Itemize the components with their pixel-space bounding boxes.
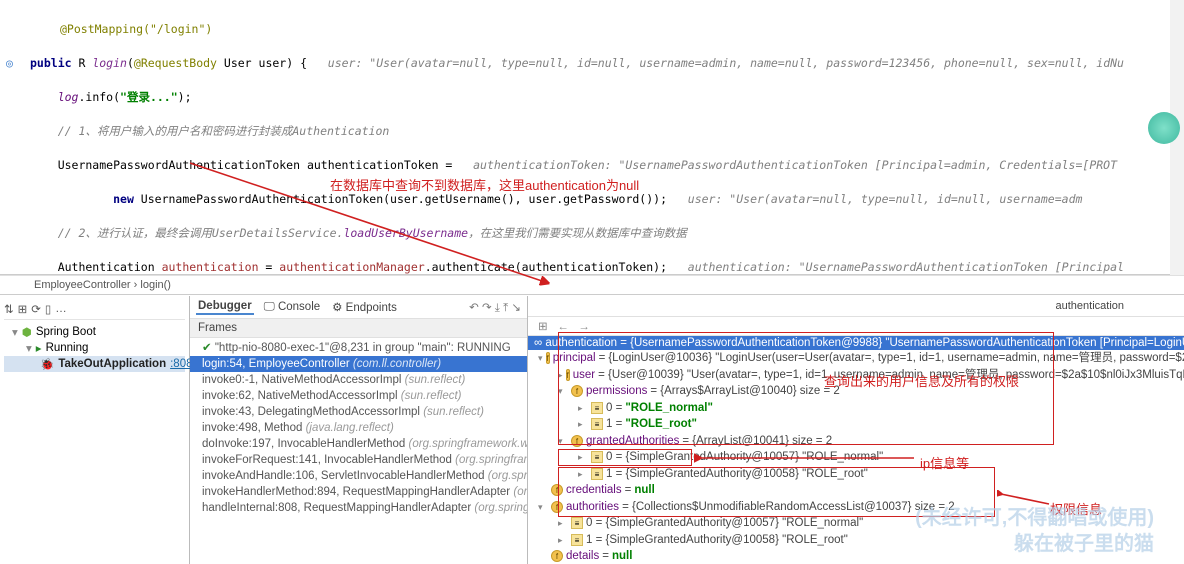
var-perm0[interactable]: ▸≡0 = "ROLE_normal" [532, 400, 1180, 417]
var-g0[interactable]: ▸≡0 = {SimpleGrantedAuthority@10057} "RO… [532, 449, 1180, 466]
emoji-decoration [1148, 112, 1180, 144]
tab-console[interactable]: 🖵 Console [262, 300, 322, 315]
thread-selector[interactable]: ✔ "http-nio-8080-exec-1"@8,231 in group … [190, 338, 527, 356]
code-editor[interactable]: @PostMapping("/login") ◎public R login(@… [0, 0, 1184, 275]
variables-title: authentication [528, 296, 1184, 317]
breadcrumb[interactable]: EmployeeController › login() [0, 275, 1184, 295]
frame-row[interactable]: invokeForRequest:141, InvocableHandlerMe… [190, 452, 527, 468]
frame-row[interactable]: invoke:498, Method (java.lang.reflect) [190, 420, 527, 436]
comment: // 1、将用户输入的用户名和密码进行封装成Authentication [30, 124, 389, 138]
comment-cn: ，在这里我们需要实现从数据库中查询数据 [468, 226, 687, 240]
frame-row[interactable]: login:54, EmployeeController (com.ll.con… [190, 356, 527, 372]
annotation-line: @PostMapping("/login") [60, 22, 212, 36]
var-g1[interactable]: ▸≡1 = {SimpleGrantedAuthority@10058} "RO… [532, 466, 1180, 483]
frame-row[interactable]: invoke:43, DelegatingMethodAccessorImpl … [190, 404, 527, 420]
annotation-text: 在数据库中查询不到数据库，这里authentication为null [330, 175, 639, 194]
var-details[interactable]: fdetails = null [532, 548, 1180, 564]
var-granted[interactable]: ▾fgrantedAuthorities = {ArrayList@10041}… [532, 433, 1180, 450]
annotation-text: ip信息等 [920, 453, 969, 472]
tab-endpoints[interactable]: ⚙ Endpoints [330, 299, 399, 315]
inline-hint: authenticationToken: "UsernamePasswordAu… [452, 158, 1117, 172]
var-principal[interactable]: ▾fprincipal = principal = {LoginUser@100… [532, 350, 1180, 367]
inline-hint: authentication: "UsernamePasswordAuthent… [667, 260, 1124, 274]
var-perm1[interactable]: ▸≡1 = "ROLE_root" [532, 416, 1180, 433]
var-root[interactable]: ∞ authentication = {UsernamePasswordAuth… [528, 336, 1184, 350]
tab-debugger[interactable]: Debugger [196, 299, 254, 315]
frame-row[interactable]: invoke0:-1, NativeMethodAccessorImpl (su… [190, 372, 527, 388]
breadcrumb-method[interactable]: login() [140, 279, 171, 291]
annotation-text: 权限信息 [1050, 499, 1102, 518]
tree-app[interactable]: 🐞TakeOutApplication :8080/ [4, 356, 185, 372]
inline-hint: user: "User(avatar=null, type=null, id=n… [667, 192, 1082, 206]
tree-running[interactable]: ▾▸Running [4, 340, 185, 356]
debugger-panel[interactable]: Debugger 🖵 Console ⚙ Endpoints ↶ ↷ ⤓ ⤒ ↘… [190, 296, 528, 564]
var-credentials[interactable]: fcredentials = null [532, 482, 1180, 499]
inline-hint: user: "User(avatar=null, type=null, id=n… [307, 56, 1124, 70]
override-icon: ◎ [6, 55, 20, 69]
services-panel[interactable]: ⇅⊞⟳▯… ▾⬢Spring Boot ▾▸Running 🐞TakeOutAp… [0, 296, 190, 564]
frames-header: Frames [190, 319, 527, 338]
variables-toolbar[interactable]: ⊞ ← → [528, 317, 1184, 336]
tree-springboot[interactable]: ▾⬢Spring Boot [4, 324, 185, 340]
debug-tabs[interactable]: Debugger 🖵 Console ⚙ Endpoints ↶ ↷ ⤓ ⤒ ↘ [190, 296, 527, 319]
breadcrumb-class[interactable]: EmployeeController [34, 279, 131, 291]
frame-row[interactable]: invokeHandlerMethod:894, RequestMappingH… [190, 484, 527, 500]
frame-row[interactable]: handleInternal:808, RequestMappingHandle… [190, 500, 527, 516]
step-icons[interactable]: ↶ ↷ ⤓ ⤒ ↘ [469, 300, 521, 315]
services-toolbar[interactable]: ⇅⊞⟳▯… [4, 298, 185, 320]
annotation-text: 查询出来的用户信息及所有的权限 [824, 371, 1019, 390]
variables-panel[interactable]: authentication ⊞ ← → ∞ authentication = … [528, 296, 1184, 564]
frame-row[interactable]: doInvoke:197, InvocableHandlerMethod (or… [190, 436, 527, 452]
var-a1[interactable]: ▸≡1 = {SimpleGrantedAuthority@10058} "RO… [532, 532, 1180, 549]
frame-row[interactable]: invoke:62, NativeMethodAccessorImpl (sun… [190, 388, 527, 404]
frame-row[interactable]: invokeAndHandle:106, ServletInvocableHan… [190, 468, 527, 484]
